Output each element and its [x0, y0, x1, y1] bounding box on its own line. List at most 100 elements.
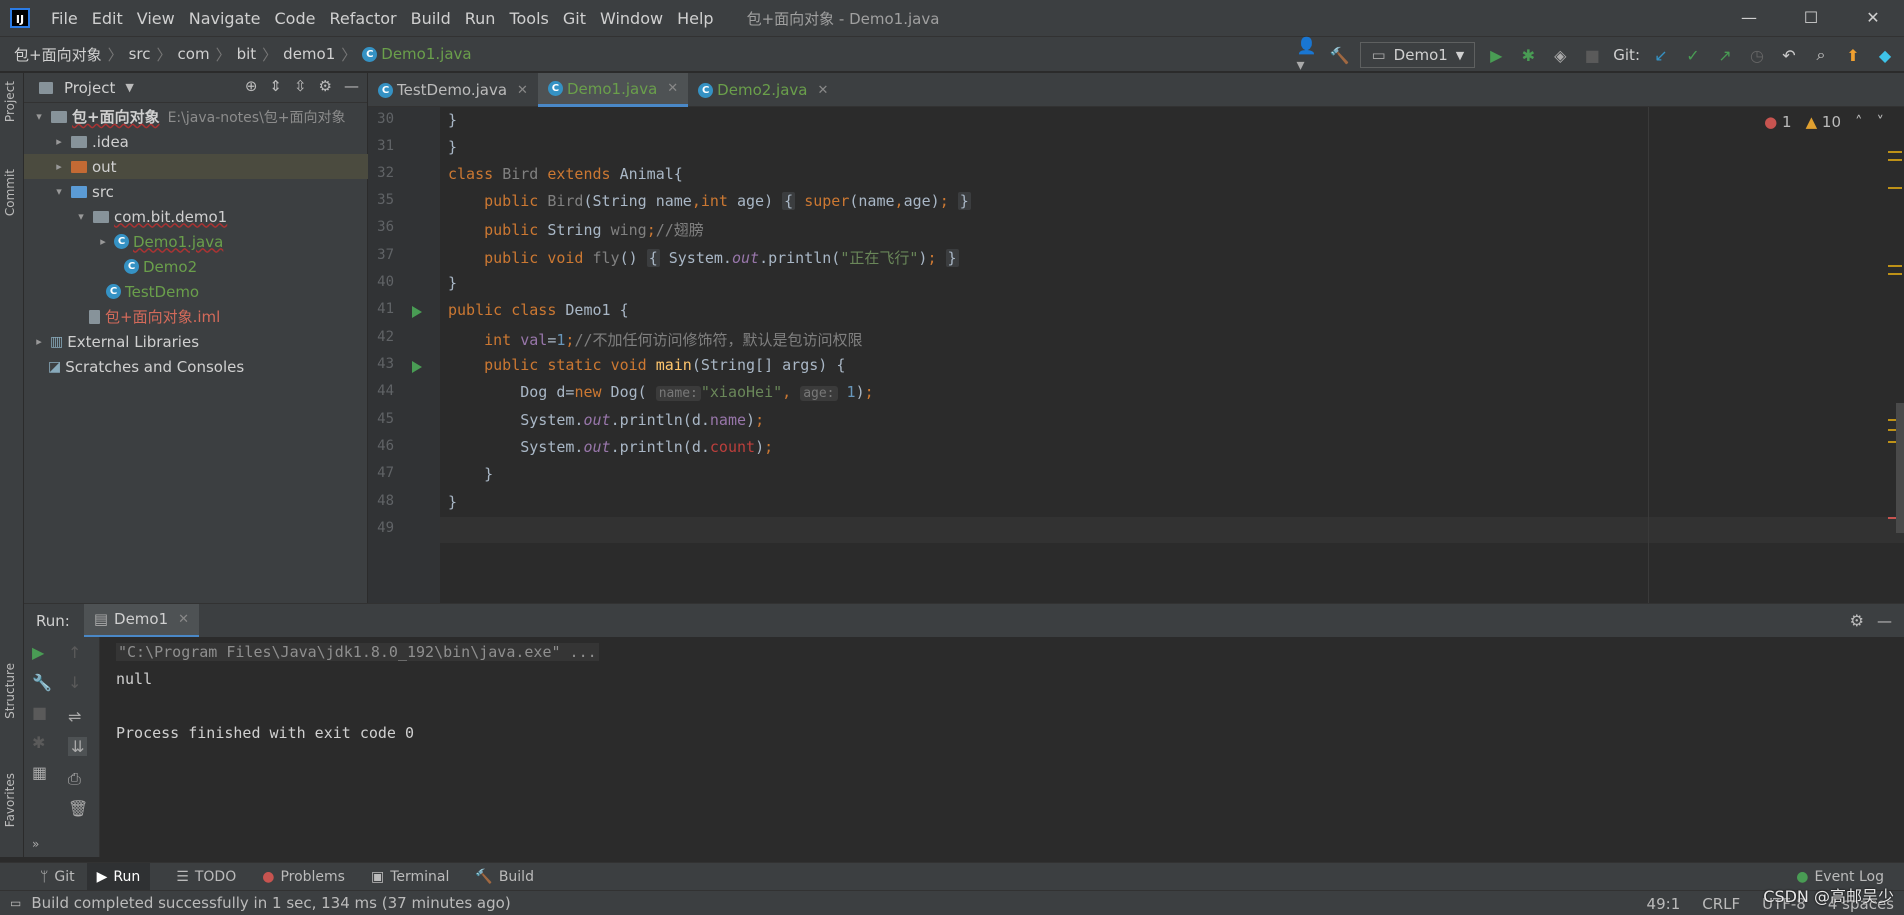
tab-demo1[interactable]: C Demo1.java ✕	[537, 73, 689, 107]
jetbrains-toolbox-icon[interactable]: ◆	[1874, 44, 1896, 66]
menu-code[interactable]: Code	[268, 9, 323, 28]
status-toggle-icon[interactable]: ▭	[10, 896, 21, 910]
user-icon[interactable]: 👤▾	[1296, 36, 1318, 74]
debug-icon[interactable]: ✱	[1517, 44, 1539, 66]
breadcrumb-bit[interactable]: bit	[237, 45, 257, 63]
warning-stripe[interactable]	[1888, 187, 1902, 189]
tool-tab-git[interactable]: ᛘ Git	[40, 869, 75, 885]
coverage-icon[interactable]: ◈	[1549, 44, 1571, 66]
hide-icon[interactable]: —	[344, 77, 359, 95]
close-button[interactable]: ✕	[1842, 0, 1904, 36]
stop-icon[interactable]: ■	[1581, 44, 1603, 66]
tree-item-external-libraries[interactable]: ▸ ▥ External Libraries	[24, 329, 368, 354]
rollback-icon[interactable]: ↶	[1778, 44, 1800, 66]
tool-tab-todo[interactable]: ☰ TODO	[176, 869, 236, 885]
tab-demo2[interactable]: C Demo2.java ✕	[688, 73, 838, 107]
breadcrumb-src[interactable]: src	[129, 45, 151, 63]
history-icon[interactable]: ◷	[1746, 44, 1768, 66]
close-icon[interactable]: ✕	[667, 81, 678, 96]
run-tab-demo1[interactable]: ▤ Demo1 ✕	[83, 603, 200, 638]
gear-icon[interactable]: ⚙	[319, 77, 332, 95]
breadcrumb-project[interactable]: 包+面向对象	[14, 44, 102, 65]
close-icon[interactable]: ✕	[517, 83, 528, 98]
tab-testdemo[interactable]: C TestDemo.java ✕	[368, 73, 538, 107]
print-icon[interactable]: ⎙	[68, 769, 81, 789]
warning-stripe[interactable]	[1888, 273, 1902, 275]
hide-icon[interactable]: —	[1877, 612, 1892, 630]
more-icon[interactable]: »	[32, 837, 39, 851]
tree-item-scratches[interactable]: ◪ Scratches and Consoles	[24, 354, 368, 379]
tool-tab-terminal[interactable]: ▣ Terminal	[371, 869, 449, 885]
tree-item-out[interactable]: ▸ out	[24, 154, 368, 179]
trash-icon[interactable]: 🗑	[68, 799, 88, 818]
menu-file[interactable]: File	[44, 9, 85, 28]
tool-tab-run[interactable]: ▶ Run	[86, 862, 151, 891]
arrow-down-icon[interactable]: ↓	[68, 673, 81, 692]
arrow-up-icon[interactable]: ↑	[68, 643, 81, 662]
tree-item-testdemo[interactable]: C TestDemo	[24, 279, 368, 304]
menu-window[interactable]: Window	[593, 9, 670, 28]
commit-tool-tab[interactable]: Commit	[3, 169, 17, 216]
git-commit-icon[interactable]: ✓	[1682, 44, 1704, 66]
scroll-to-end-icon[interactable]: ⇊	[68, 737, 88, 756]
tool-tab-problems[interactable]: ● Problems	[262, 869, 345, 885]
debug-icon[interactable]: ✱	[32, 733, 45, 752]
wrench-icon[interactable]: 🔧	[32, 673, 52, 692]
build-hammer-icon[interactable]: 🔨	[1328, 44, 1350, 66]
run-gutter-icon[interactable]	[412, 361, 422, 373]
gear-icon[interactable]: ⚙	[1850, 611, 1864, 630]
layout-icon[interactable]: ▦	[32, 763, 47, 782]
favorites-tool-tab[interactable]: Favorites	[3, 773, 17, 827]
structure-tool-tab[interactable]: Structure	[3, 663, 17, 719]
breadcrumb-com[interactable]: com	[178, 45, 210, 63]
breadcrumb-file[interactable]: Demo1.java	[381, 45, 471, 63]
run-icon[interactable]: ▶	[1485, 44, 1507, 66]
warning-stripe[interactable]	[1888, 265, 1902, 267]
menu-navigate[interactable]: Navigate	[182, 9, 268, 28]
tree-item-iml[interactable]: 包+面向对象.iml	[24, 304, 368, 329]
minimize-button[interactable]: —	[1718, 0, 1780, 36]
menu-edit[interactable]: Edit	[85, 9, 130, 28]
run-gutter-icon[interactable]	[412, 306, 422, 318]
maximize-button[interactable]: ☐	[1780, 0, 1842, 36]
chevron-down-icon[interactable]: ▾	[32, 110, 46, 123]
project-view-select[interactable]: Project	[64, 79, 115, 97]
chevron-right-icon[interactable]: ▸	[52, 135, 66, 148]
tree-item-demo1[interactable]: ▸ C Demo1.java	[24, 229, 368, 254]
tree-item-src[interactable]: ▾ src	[24, 179, 368, 204]
tree-item-root[interactable]: ▾ 包+面向对象 E:\java-notes\包+面向对象	[24, 104, 368, 129]
rerun-icon[interactable]: ▶	[32, 643, 44, 662]
warning-stripe[interactable]	[1888, 159, 1902, 161]
status-message[interactable]: Build completed successfully in 1 sec, 1…	[31, 894, 510, 912]
tree-item-demo2[interactable]: C Demo2	[24, 254, 368, 279]
chevron-down-icon[interactable]: ▾	[74, 210, 88, 223]
code-editor[interactable]: } } class Bird extends Animal{ public Bi…	[440, 107, 1904, 603]
chevron-down-icon[interactable]: ▼	[125, 81, 133, 94]
menu-tools[interactable]: Tools	[502, 9, 555, 28]
tree-item-idea[interactable]: ▸ .idea	[24, 129, 368, 154]
menu-build[interactable]: Build	[404, 9, 458, 28]
chevron-down-icon[interactable]: ▾	[52, 185, 66, 198]
chevron-up-icon[interactable]: ˄	[1855, 113, 1863, 131]
chevron-down-icon[interactable]: ˅	[1877, 113, 1885, 131]
chevron-right-icon[interactable]: ▸	[96, 235, 110, 248]
close-icon[interactable]: ✕	[817, 83, 828, 98]
scrollbar-thumb[interactable]	[1896, 403, 1904, 533]
soft-wrap-icon[interactable]: ⇌	[68, 707, 81, 726]
caret-position[interactable]: 49:1	[1647, 895, 1681, 913]
menu-refactor[interactable]: Refactor	[322, 9, 403, 28]
breadcrumb-demo1[interactable]: demo1	[283, 45, 335, 63]
git-push-icon[interactable]: ↗	[1714, 44, 1736, 66]
chevron-right-icon[interactable]: ▸	[52, 160, 66, 173]
update-icon[interactable]: ⬆	[1842, 44, 1864, 66]
close-icon[interactable]: ✕	[178, 612, 189, 627]
warning-stripe[interactable]	[1888, 151, 1902, 153]
stop-icon[interactable]: ■	[32, 703, 47, 722]
tree-item-package[interactable]: ▾ com.bit.demo1	[24, 204, 368, 229]
inspection-widget[interactable]: ● 1 ▲ 10 ˄ ˅	[1764, 113, 1884, 131]
line-separator[interactable]: CRLF	[1702, 895, 1740, 913]
select-opened-file-icon[interactable]: ⊕	[245, 77, 258, 95]
search-icon[interactable]: ⌕	[1810, 44, 1832, 66]
menu-run[interactable]: Run	[458, 9, 503, 28]
menu-help[interactable]: Help	[670, 9, 720, 28]
